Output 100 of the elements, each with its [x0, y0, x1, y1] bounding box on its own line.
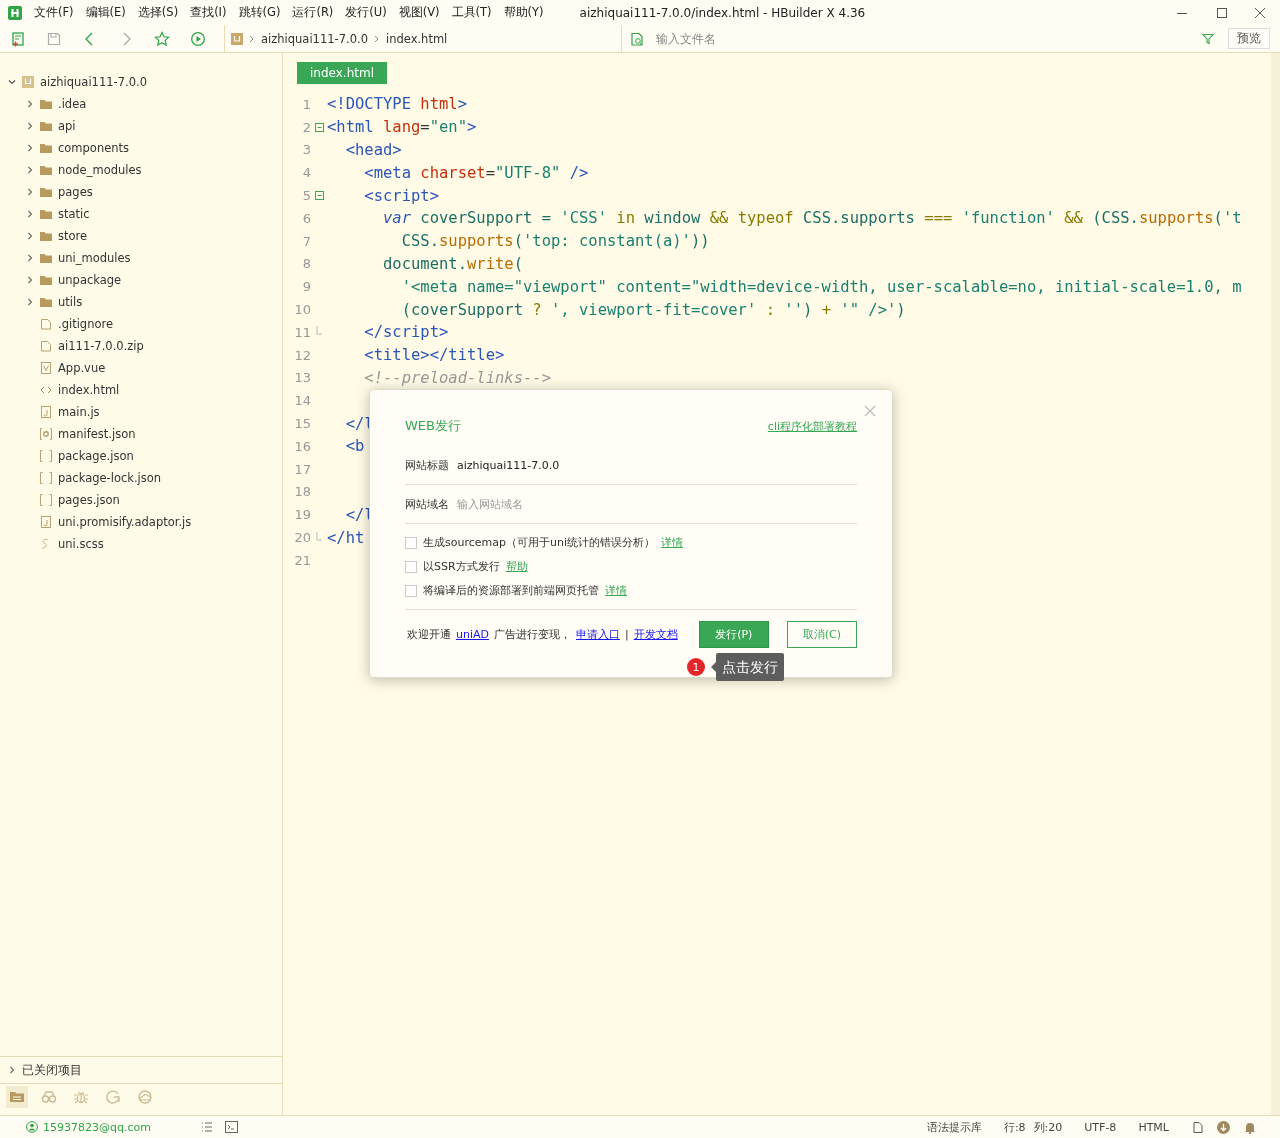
menu-item[interactable]: 发行(U): [339, 3, 393, 22]
text-field[interactable]: 输入网站域名: [457, 497, 857, 511]
text-field[interactable]: aizhiquai111-7.0.0: [457, 458, 857, 472]
tree-item[interactable]: index.html: [58, 383, 120, 397]
status-item[interactable]: 行:8: [1003, 1119, 1026, 1135]
tree-item[interactable]: uni.scss: [58, 537, 104, 551]
collapse-icon[interactable]: [314, 191, 324, 201]
files-icon[interactable]: [9, 1089, 25, 1105]
tree-item[interactable]: .idea: [58, 97, 87, 111]
menu-item[interactable]: 帮助(Y): [497, 3, 550, 22]
notice-link[interactable]: 申请入口: [576, 628, 620, 641]
bell-icon[interactable]: [1244, 1120, 1256, 1134]
tree-item[interactable]: pages.json: [58, 493, 120, 507]
folder-icon: [39, 295, 53, 309]
code-line: <!DOCTYPE html>: [327, 95, 467, 114]
terminal-icon[interactable]: [224, 1121, 238, 1133]
chevron-right-icon[interactable]: [26, 100, 34, 108]
bracket-file-icon: [39, 449, 53, 463]
tree-item[interactable]: uni_modules: [58, 251, 131, 265]
menu-item[interactable]: 视图(V): [392, 3, 446, 22]
script-file-icon: [39, 515, 53, 529]
checkbox[interactable]: [405, 584, 417, 597]
sync-icon[interactable]: [105, 1089, 121, 1105]
option-label[interactable]: 将编译后的资源部署到前端网页托管: [423, 583, 599, 598]
binoculars-icon[interactable]: [41, 1089, 57, 1105]
run-icon[interactable]: [190, 30, 206, 47]
tree-item[interactable]: package.json: [58, 449, 134, 463]
status-item[interactable]: UTF-8: [1084, 1120, 1117, 1134]
line-number: 10: [293, 302, 311, 318]
cloud-icon[interactable]: [137, 1089, 153, 1105]
line-number: 15: [293, 416, 311, 432]
tree-item[interactable]: App.vue: [58, 361, 106, 375]
menu-item[interactable]: 跳转(G): [232, 3, 287, 22]
chevron-down-icon[interactable]: [8, 78, 16, 86]
download-icon[interactable]: [1217, 1120, 1230, 1134]
tree-item[interactable]: utils: [58, 295, 83, 309]
tree-item[interactable]: uni.promisify.adaptor.js: [58, 515, 192, 529]
tree-item[interactable]: pages: [58, 185, 93, 199]
preview-button[interactable]: 预览: [1228, 28, 1270, 49]
file-icon[interactable]: [1193, 1121, 1203, 1133]
closed-projects-label[interactable]: 已关闭项目: [22, 1062, 82, 1078]
tree-item[interactable]: main.js: [58, 405, 100, 419]
tree-item[interactable]: .gitignore: [58, 317, 114, 331]
folder-icon: [39, 229, 53, 243]
bug-icon[interactable]: [73, 1089, 89, 1105]
user-icon[interactable]: [26, 1121, 38, 1133]
chevron-right-icon[interactable]: [26, 210, 34, 218]
option-label[interactable]: 以SSR方式发行: [423, 559, 500, 574]
menu-item[interactable]: 工具(T): [445, 3, 498, 22]
tree-item[interactable]: manifest.json: [58, 427, 136, 441]
chevron-right-icon[interactable]: [26, 166, 34, 174]
notice-link[interactable]: 开发文档: [633, 628, 678, 641]
menu-item[interactable]: 运行(R): [286, 3, 340, 22]
tree-item[interactable]: store: [58, 229, 88, 243]
line-number: 1: [301, 96, 311, 112]
chevron-right-icon[interactable]: [26, 276, 34, 284]
chevron-right-icon[interactable]: [26, 298, 34, 306]
code-line: '<meta name="viewport" content="width=device-width, user-scalable=no, initial-scale=1.0, m: [400, 277, 1242, 296]
menu-item[interactable]: 编辑(E): [79, 3, 132, 22]
tree-item[interactable]: package-lock.json: [58, 471, 162, 485]
chevron-right-icon[interactable]: [8, 1066, 16, 1074]
breadcrumb-item[interactable]: index.html: [385, 31, 448, 46]
new-file-icon[interactable]: [10, 30, 26, 47]
menu-item[interactable]: 查找(I): [184, 3, 233, 22]
collapse-icon[interactable]: [314, 122, 324, 132]
menu-item[interactable]: 文件(F): [28, 3, 80, 22]
code-line: <html lang="en">: [327, 118, 477, 137]
chevron-right-icon[interactable]: [26, 254, 34, 262]
status-item[interactable]: 语法提示库: [926, 1119, 982, 1135]
tree-item[interactable]: ai111-7.0.0.zip: [58, 339, 144, 353]
line-number: 3: [301, 142, 311, 158]
tree-item[interactable]: static: [58, 207, 90, 221]
tree-item[interactable]: aizhiquai111-7.0.0: [40, 75, 147, 89]
chevron-right-icon[interactable]: [26, 122, 34, 130]
checkbox[interactable]: [405, 560, 417, 573]
chevron-right-icon[interactable]: [26, 188, 34, 196]
maximize-icon[interactable]: [1216, 6, 1228, 19]
code-line: var coverSupport = 'CSS' in window && typeof CSS.supports === 'function' && (CSS.supports('t: [382, 209, 1242, 228]
menu-item[interactable]: 选择(S): [131, 3, 185, 22]
file-search-field[interactable]: 输入文件名: [654, 30, 1192, 47]
chevron-right-icon[interactable]: [26, 144, 34, 152]
notice-link[interactable]: uniAD: [456, 628, 489, 641]
tree-item[interactable]: node_modules: [58, 163, 142, 177]
status-item[interactable]: HTML: [1138, 1120, 1169, 1134]
list-icon[interactable]: [200, 1121, 213, 1133]
tree-item[interactable]: api: [58, 119, 76, 133]
star-icon[interactable]: [154, 30, 170, 47]
chevron-right-icon[interactable]: [26, 232, 34, 240]
status-item[interactable]: 列:20: [1033, 1119, 1063, 1135]
tree-item[interactable]: unpackage: [58, 273, 122, 287]
line-number: 18: [293, 484, 311, 500]
option-label[interactable]: 生成sourcemap（可用于uni统计的错误分析）: [423, 535, 655, 550]
settings-file-icon: [39, 427, 53, 441]
checkbox[interactable]: [405, 536, 417, 549]
line-number: 19: [293, 507, 311, 523]
vue-file-icon: [39, 361, 53, 375]
breadcrumb-item[interactable]: aizhiquai111-7.0.0: [261, 31, 368, 46]
filter-icon[interactable]: [1202, 32, 1214, 45]
close-icon[interactable]: [1254, 6, 1266, 19]
tree-item[interactable]: components: [58, 141, 130, 155]
